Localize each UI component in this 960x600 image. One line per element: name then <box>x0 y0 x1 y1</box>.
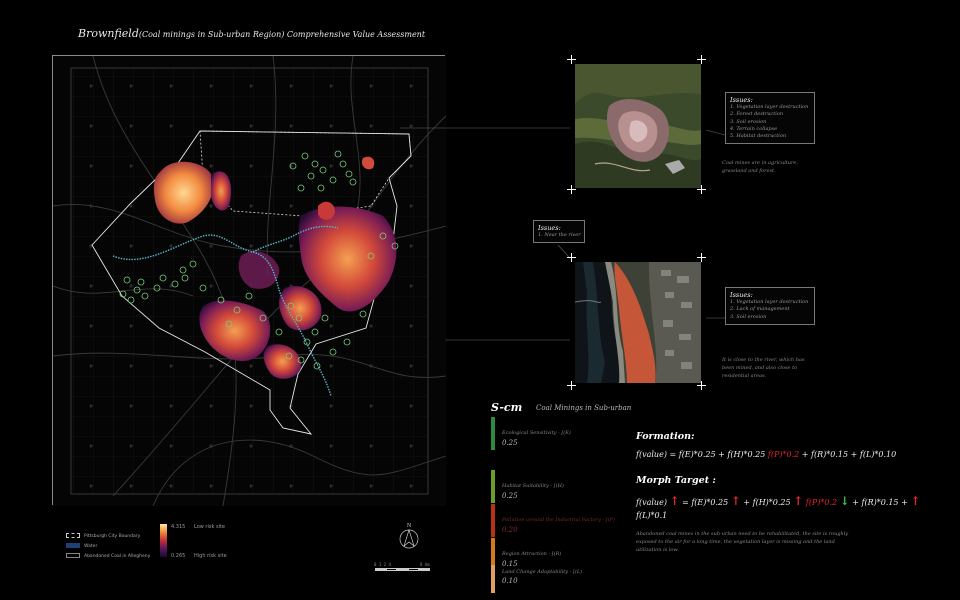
site-1-aerial-photo[interactable] <box>575 64 701 188</box>
corner-mark <box>567 185 576 194</box>
corner-mark <box>567 253 576 262</box>
issue-item: 1. Near the river <box>538 232 581 238</box>
formation-formula: f(value) = f(E)*0.25 + f(H)*0.25 f(P)*0.… <box>636 450 897 459</box>
factor-color-bar <box>491 565 495 593</box>
arrow-down-icon: ↓ <box>839 494 850 508</box>
factor-label: Pollution around the Industrial Factory … <box>502 517 615 523</box>
site-2-note: It is close to the river, which has been… <box>722 357 805 379</box>
issue-item: 4. Terrain collapse <box>730 125 778 132</box>
description-text: Abandoned coal mines in the sub-urban ne… <box>636 531 849 553</box>
site-2-issues-box: Issues: 1. Vegetation layer destruction … <box>725 287 815 325</box>
arrow-up-icon: ↑ <box>669 494 680 508</box>
factor-label: Habitat Suitability - [(H) <box>502 483 564 489</box>
site-2-river-issues-box: Issues: 1. Near the river <box>533 220 585 244</box>
site-2-aerial-photo[interactable] <box>575 262 701 383</box>
corner-mark <box>567 55 576 64</box>
morph-target-formula: f(value) ↑ = f(E)*0.25 ↑ + f(H)*0.25 ↑ f… <box>636 494 921 520</box>
issue-item: 2. Lack of management <box>730 306 790 313</box>
issue-item: 1. Vegetation layer destruction <box>730 104 809 110</box>
issues-heading: Issues: <box>538 224 561 232</box>
issue-item: 3. Soil erosion <box>730 118 767 125</box>
arrow-up-icon: ↑ <box>793 494 804 508</box>
site-1-note: Coal mines are in agriculture, grassland… <box>722 160 798 174</box>
factor-ecological-sensitivity: Ecological Sensitivity - [(E) 0.25 <box>491 417 621 450</box>
arrow-up-icon: ↑ <box>730 494 741 508</box>
issue-item: 1. Vegetation layer destruction <box>730 299 809 305</box>
factor-label: Ecological Sensitivity - [(E) <box>502 430 571 436</box>
factor-color-bar <box>491 504 495 537</box>
corner-mark <box>567 381 576 390</box>
factor-value: 0.20 <box>502 526 518 534</box>
issue-item: 3. Soil erosion <box>730 313 767 320</box>
factor-color-bar <box>491 417 495 450</box>
site-1-issues-box: Issues: 1. Vegetation layer destruction … <box>725 92 815 145</box>
factor-pollution: Pollution around the Industrial Factory … <box>491 504 621 537</box>
factor-land-change: Land Change Adaptability - [(L) 0.10 <box>491 565 621 593</box>
factor-value: 0.10 <box>502 577 518 585</box>
issue-item: 5. Habitat destruction <box>730 133 787 139</box>
issue-item: 2. Forest destruction <box>730 111 784 118</box>
scm-title: S-cm <box>491 401 523 414</box>
corner-mark <box>697 253 706 262</box>
morph-target-heading: Morph Target : <box>636 475 716 486</box>
corner-mark <box>697 381 706 390</box>
factor-label: Land Change Adaptability - [(L) <box>502 569 583 575</box>
issues-heading: Issues: <box>730 96 753 104</box>
issues-heading: Issues: <box>730 291 753 299</box>
corner-mark <box>697 55 706 64</box>
scm-subtitle: Coal Minings in Sub-urban <box>536 404 632 412</box>
arrow-up-icon: ↑ <box>910 494 921 508</box>
formation-heading: Formation: <box>636 431 695 442</box>
factor-habitat-suitability: Habitat Suitability - [(H) 0.25 <box>491 470 621 503</box>
factor-value: 0.25 <box>502 439 518 447</box>
corner-mark <box>697 185 706 194</box>
factor-value: 0.25 <box>502 492 518 500</box>
factor-color-bar <box>491 470 495 503</box>
factor-label: Region Attraction - [(R) <box>502 551 562 557</box>
